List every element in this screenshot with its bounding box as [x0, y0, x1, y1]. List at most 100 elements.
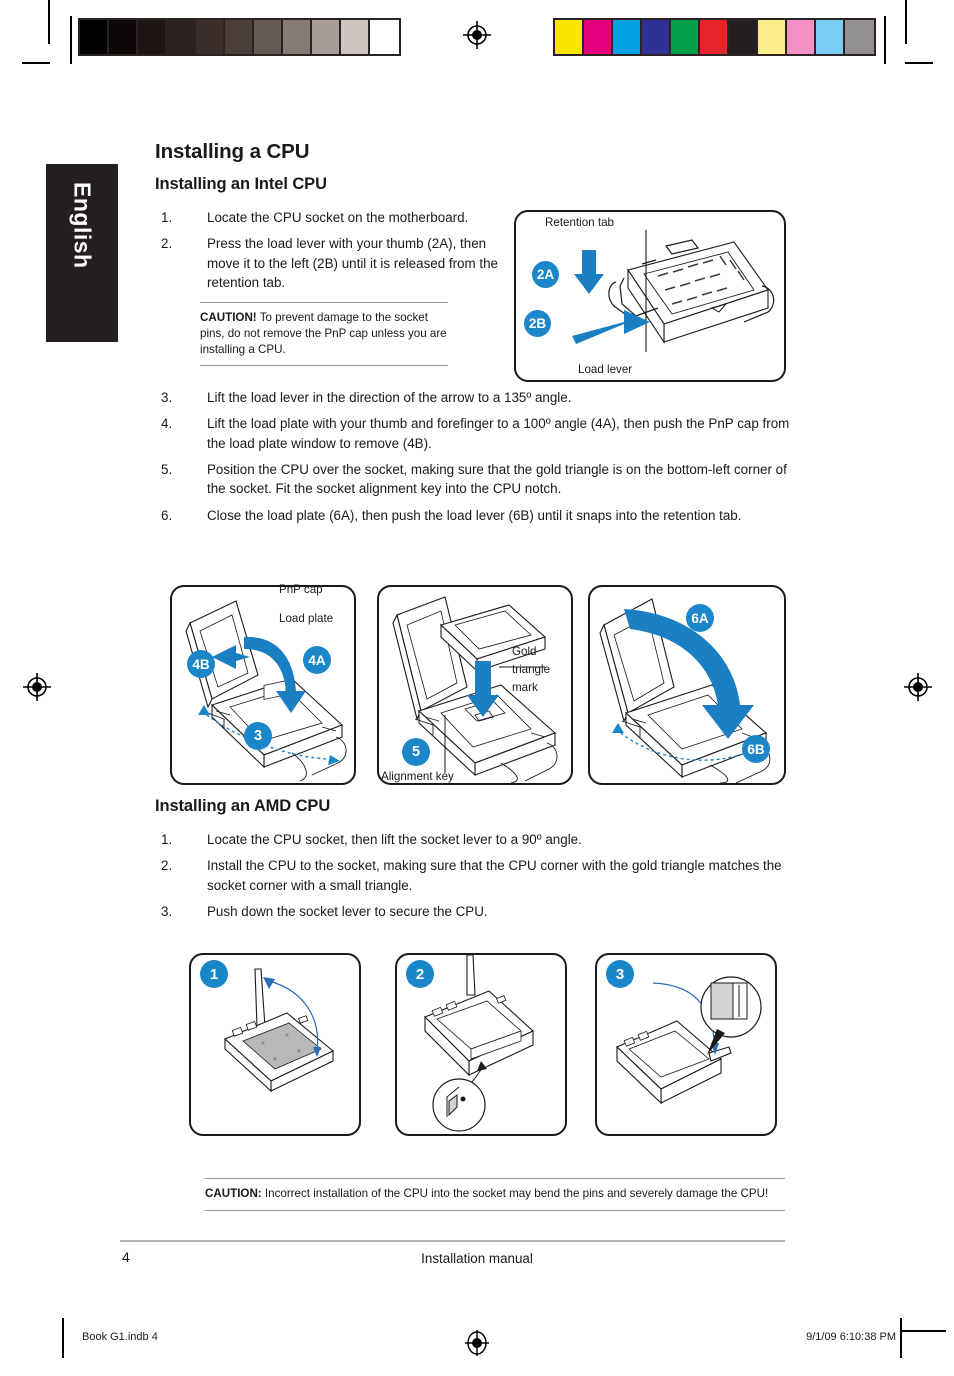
imprint-timestamp: 9/1/09 6:10:38 PM: [806, 1331, 896, 1343]
marker-2a: 2A: [532, 261, 559, 288]
calibration-swatch: [196, 20, 225, 54]
marker-6b-label: 6B: [747, 741, 765, 757]
figure-label-retention-tab: Retention tab: [545, 216, 614, 229]
intel-steps-list-part1: 1. Locate the CPU socket on the motherbo…: [155, 208, 515, 293]
amd-caution-note: CAUTION: Incorrect installation of the C…: [205, 1178, 785, 1212]
figure-label-gold-triangle-line3: mark: [512, 681, 538, 694]
step-number: 2.: [161, 236, 173, 252]
list-item: 5. Position the CPU over the socket, mak…: [155, 460, 795, 499]
marker-4b-label: 4B: [192, 656, 210, 672]
calibration-swatch: [254, 20, 283, 54]
marker-6a: 6A: [686, 604, 714, 632]
amd-steps-list: 1. Locate the CPU socket, then lift the …: [155, 830, 805, 922]
step-text: Install the CPU to the socket, making su…: [207, 858, 782, 893]
marker-amd-2: 2: [406, 960, 434, 988]
caution-body: Incorrect installation of the CPU into t…: [261, 1187, 769, 1200]
marker-2b: 2B: [524, 310, 551, 337]
marker-4b: 4B: [187, 650, 215, 678]
figure-label-pnp-cap: PnP cap: [279, 583, 323, 596]
step-text: Locate the CPU socket on the motherboard…: [207, 210, 469, 225]
marker-6b: 6B: [742, 735, 770, 763]
list-item: 1. Locate the CPU socket, then lift the …: [155, 830, 805, 849]
marker-2a-label: 2A: [536, 267, 555, 282]
list-item: 6. Close the load plate (6A), then push …: [155, 506, 795, 525]
calibration-swatch: [555, 20, 584, 54]
step-number: 3.: [161, 904, 173, 920]
list-item: 3. Lift the load lever in the direction …: [155, 388, 795, 407]
step-number: 1.: [161, 832, 173, 847]
divider: [200, 301, 448, 303]
crop-mark-top-right-inner: [884, 16, 886, 64]
list-item: 3. Push down the socket lever to secure …: [155, 902, 805, 921]
divider: [205, 1210, 785, 1212]
crop-mark-bottom-right-horizontal: [900, 1330, 946, 1332]
amd-section: Installing an AMD CPU 1. Locate the CPU …: [155, 797, 805, 929]
amd-section-heading: Installing an AMD CPU: [155, 797, 331, 815]
calibration-swatch: [584, 20, 613, 54]
calibration-swatch: [816, 20, 845, 54]
page-title: Installing a CPU: [155, 140, 310, 163]
language-tab[interactable]: English: [46, 164, 118, 342]
calibration-swatch: [613, 20, 642, 54]
calibration-swatch: [729, 20, 758, 54]
figure-label-load-lever: Load lever: [578, 363, 633, 376]
marker-3: 3: [244, 722, 272, 750]
grayscale-calibration-bar: [78, 18, 401, 56]
step-number: 6.: [161, 507, 173, 523]
intel-steps-list-part2: 3. Lift the load lever in the direction …: [155, 388, 795, 526]
calibration-swatch: [341, 20, 370, 54]
document-page: English Installing a CPU Installing an I…: [0, 0, 954, 1376]
crop-mark-top-left-horizontal: [22, 62, 50, 64]
list-item: 1. Locate the CPU socket on the motherbo…: [155, 208, 515, 227]
crop-mark-bottom-right: [900, 1318, 902, 1358]
crop-mark-top-left-vertical: [48, 0, 50, 44]
calibration-swatch: [787, 20, 816, 54]
marker-2b-label: 2B: [528, 316, 547, 331]
marker-amd-2-label: 2: [415, 965, 425, 983]
calibration-swatch: [109, 20, 138, 54]
step-text: Push down the socket lever to secure the…: [207, 904, 488, 920]
registration-mark-bottom: [462, 1328, 489, 1356]
marker-4a-label: 4A: [308, 652, 326, 668]
registration-mark-left: [22, 672, 51, 701]
calibration-swatch: [642, 20, 671, 54]
figure-label-alignment-key: Alignment key: [381, 770, 454, 783]
marker-6a-label: 6A: [691, 610, 709, 626]
step-text: Lift the load plate with your thumb and …: [207, 416, 790, 451]
step-number: 2.: [161, 858, 173, 874]
marker-amd-1-label: 1: [209, 965, 219, 983]
step-text: Press the load lever with your thumb (2A…: [207, 236, 498, 291]
calibration-swatch: [283, 20, 312, 54]
crop-mark-top-right-horizontal: [905, 62, 933, 64]
marker-4a: 4A: [303, 646, 331, 674]
crop-mark-top-left-inner: [70, 16, 72, 64]
marker-amd-3-label: 3: [615, 965, 625, 983]
calibration-swatch: [80, 20, 109, 54]
step-text: Locate the CPU socket, then lift the soc…: [207, 832, 582, 847]
marker-amd-1: 1: [200, 960, 228, 988]
marker-5-label: 5: [411, 744, 421, 760]
calibration-swatch: [312, 20, 341, 54]
figure-intel-step2: [514, 210, 786, 382]
caution-text: CAUTION: Incorrect installation of the C…: [205, 1179, 785, 1210]
calibration-swatch: [700, 20, 729, 54]
intel-caution-note: CAUTION! To prevent damage to the socket…: [200, 301, 448, 366]
caution-text: CAUTION! To prevent damage to the socket…: [200, 310, 448, 358]
calibration-swatch: [370, 20, 399, 54]
imprint-filename: Book G1.indb 4: [82, 1331, 158, 1343]
calibration-swatch: [845, 20, 874, 54]
caution-label: CAUTION:: [205, 1187, 262, 1200]
calibration-swatch: [138, 20, 167, 54]
list-item: 4. Lift the load plate with your thumb a…: [155, 414, 795, 453]
figure-label-gold-triangle-line2: triangle: [512, 663, 551, 676]
marker-3-label: 3: [253, 728, 263, 744]
registration-mark-top: [462, 20, 491, 49]
divider: [200, 364, 448, 366]
step-number: 1.: [161, 210, 173, 225]
step-text: Position the CPU over the socket, making…: [207, 462, 787, 497]
footer-title: Installation manual: [421, 1251, 533, 1266]
step-number: 4.: [161, 416, 173, 432]
marker-amd-3: 3: [606, 960, 634, 988]
footer-divider: [120, 1240, 785, 1242]
marker-5: 5: [402, 738, 430, 766]
